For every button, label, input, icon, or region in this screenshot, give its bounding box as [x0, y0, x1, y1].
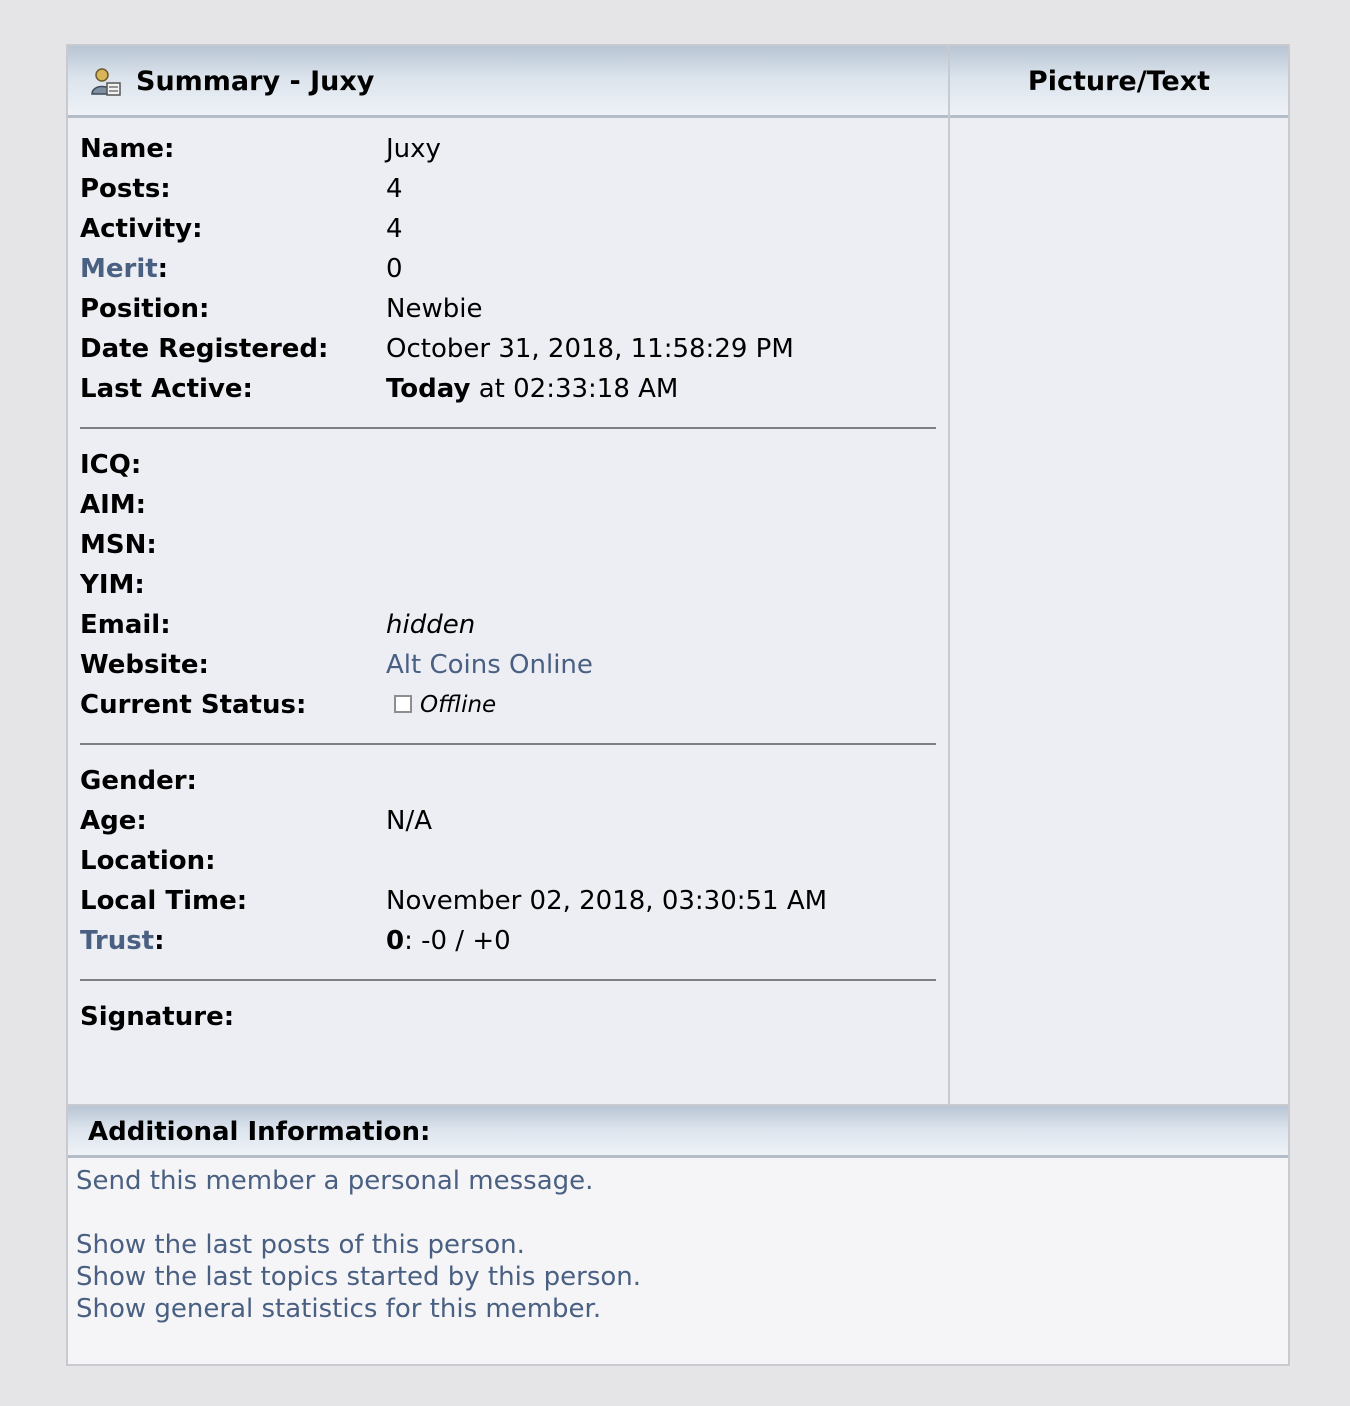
website-link[interactable]: Alt Coins Online [386, 645, 593, 685]
divider-2 [80, 743, 936, 745]
divider-3 [80, 979, 936, 981]
msn-label: MSN: [80, 530, 157, 560]
trust-score: 0 [386, 926, 405, 956]
local-time-value: November 02, 2018, 03:30:51 AM [386, 886, 828, 916]
current-status-label: Current Status: [80, 690, 307, 720]
email-label: Email: [80, 610, 171, 640]
current-status-value: Offline [386, 685, 496, 725]
last-active-today: Today [386, 374, 471, 404]
last-posts-link[interactable]: Show the last posts of this person. [76, 1230, 525, 1260]
last-topics-link[interactable]: Show the last topics started by this per… [76, 1262, 641, 1292]
name-value: Juxy [386, 134, 441, 164]
last-active-time: at 02:33:18 AM [470, 374, 679, 404]
activity-value: 4 [386, 214, 403, 244]
trust-colon: : [154, 926, 165, 956]
column-divider [948, 46, 950, 1104]
offline-status-icon [394, 694, 412, 713]
posts-label: Posts: [80, 174, 171, 204]
age-value: N/A [386, 806, 432, 836]
website-label: Website: [80, 650, 209, 680]
location-label: Location: [80, 846, 216, 876]
trust-link[interactable]: Trust [80, 926, 154, 956]
merit-label-wrap: Merit: [80, 249, 168, 289]
status-text: Offline [420, 692, 497, 718]
date-registered-label: Date Registered: [80, 334, 329, 364]
summary-title: Summary - Juxy [136, 66, 375, 97]
summary-header: Summary - Juxy [68, 46, 948, 118]
additional-info-header: Additional Information: [68, 1104, 1288, 1158]
local-time-label: Local Time: [80, 886, 248, 916]
position-label: Position: [80, 294, 210, 324]
trust-value: 0: -0 / +0 [386, 921, 511, 961]
age-label: Age: [80, 806, 147, 836]
general-stats-link[interactable]: Show general statistics for this member. [76, 1294, 601, 1324]
merit-link[interactable]: Merit [80, 254, 158, 284]
last-active-value: Today at 02:33:18 AM [386, 369, 678, 409]
send-pm-link[interactable]: Send this member a personal message. [76, 1166, 593, 1196]
aim-label: AIM: [80, 490, 147, 520]
gender-label: Gender: [80, 766, 197, 796]
merit-value: 0 [386, 254, 403, 284]
user-profile-icon [91, 68, 121, 96]
additional-info-title: Additional Information: [88, 1117, 431, 1147]
picture-text-header: Picture/Text [950, 46, 1288, 118]
icq-label: ICQ: [80, 450, 142, 480]
merit-colon: : [157, 254, 169, 284]
activity-label: Activity: [80, 214, 203, 244]
date-registered-value: October 31, 2018, 11:58:29 PM [386, 334, 794, 364]
trust-label-wrap: Trust: [80, 921, 165, 961]
name-label: Name: [80, 134, 175, 164]
email-value: hidden [386, 610, 476, 640]
position-value: Newbie [386, 294, 483, 324]
profile-table: Summary - Juxy Picture/Text Name: Juxy P… [66, 44, 1290, 1366]
divider-1 [80, 427, 936, 429]
posts-value: 4 [386, 174, 403, 204]
signature-label: Signature: [80, 1002, 235, 1032]
trust-breakdown: : -0 / +0 [404, 926, 511, 956]
yim-label: YIM: [80, 570, 145, 600]
last-active-label: Last Active: [80, 374, 253, 404]
additional-info-body: Send this member a personal message. Sho… [68, 1158, 1288, 1364]
